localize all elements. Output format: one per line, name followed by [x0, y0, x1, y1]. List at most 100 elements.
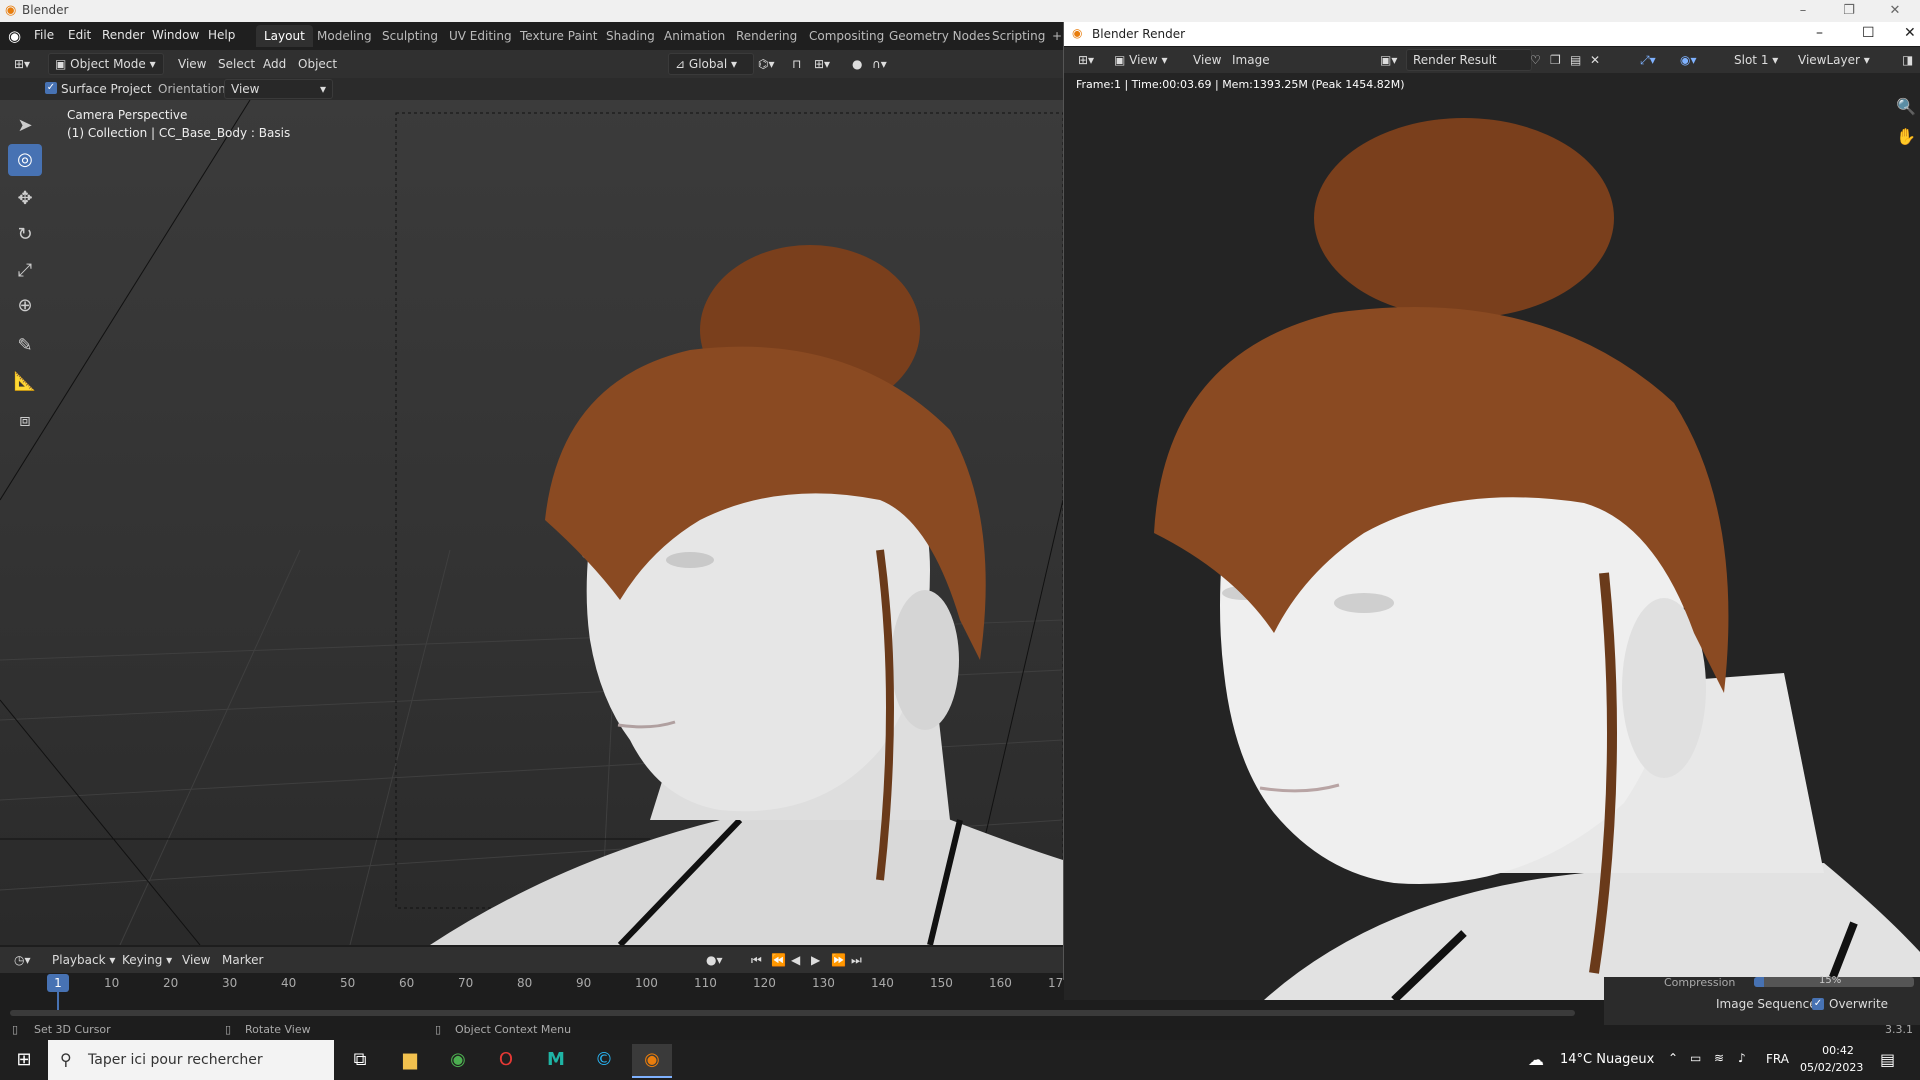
tab-scripting[interactable]: Scripting — [984, 25, 1053, 47]
menu-help[interactable]: Help — [208, 28, 235, 42]
image-menu-view[interactable]: View — [1187, 50, 1227, 70]
snap-target-icon[interactable]: ⊞▾ — [808, 54, 836, 74]
tab-layout[interactable]: Layout — [256, 25, 313, 47]
app-m-icon[interactable]: M — [536, 1044, 576, 1076]
tray-device-icon[interactable]: ▭ — [1690, 1051, 1701, 1065]
3d-viewport[interactable]: Camera Perspective (1) Collection | CC_B… — [0, 100, 1063, 945]
record-icon[interactable]: ●▾ — [700, 950, 729, 970]
vp-menu-view[interactable]: View — [172, 54, 212, 74]
compression-slider[interactable]: 15% — [1754, 975, 1914, 987]
viewport-header: ⊞▾ ▣ Object Mode ▾ View Select Add Objec… — [0, 50, 1063, 78]
blender-taskbar-icon[interactable]: ◉ — [632, 1044, 672, 1078]
editor-type-icon[interactable]: ⊞▾ — [8, 54, 36, 74]
snap-icon[interactable]: ⊓ — [786, 54, 807, 74]
search-placeholder: Taper ici pour rechercher — [88, 1052, 263, 1068]
tab-shading[interactable]: Shading — [598, 25, 663, 47]
timeline-tick-label: 60 — [399, 976, 415, 990]
cursor-tool-icon[interactable]: ◎ — [8, 144, 42, 176]
timeline-editor-type-icon[interactable]: ◷▾ — [8, 950, 37, 970]
tab-texture-paint[interactable]: Texture Paint — [512, 25, 605, 47]
menu-render[interactable]: Render — [102, 28, 145, 42]
close-icon[interactable]: ✕ — [1872, 0, 1918, 22]
annotate-tool-icon[interactable]: ✎ — [8, 330, 42, 362]
current-frame-indicator[interactable]: 1 — [47, 974, 69, 992]
clock-date[interactable]: 05/02/2023 — [1800, 1061, 1863, 1074]
image-view-dropdown[interactable]: ▣ View ▾ — [1108, 50, 1173, 70]
overwrite-checkbox[interactable]: ✓ — [1812, 998, 1824, 1010]
timeline-menu-view[interactable]: View — [176, 950, 216, 970]
tab-animation[interactable]: Animation — [656, 25, 733, 47]
pan-hand-icon[interactable]: ✋ — [1896, 127, 1916, 146]
clock-time[interactable]: 00:42 — [1808, 1044, 1868, 1057]
add-cube-tool-icon[interactable]: ⧈ — [8, 405, 42, 437]
weather-text[interactable]: 14°C Nuageux — [1560, 1052, 1654, 1067]
task-view-icon[interactable]: ⧉ — [340, 1044, 380, 1076]
transform-tool-icon[interactable]: ⊕ — [8, 290, 42, 322]
rotate-tool-icon[interactable]: ↻ — [8, 219, 42, 251]
image-name-field[interactable]: Render Result — [1406, 49, 1532, 71]
image-menu-image[interactable]: Image — [1226, 50, 1276, 70]
chrome-icon[interactable]: ◉ — [438, 1044, 478, 1076]
volume-icon[interactable]: ♪ — [1738, 1051, 1746, 1065]
tray-chevron-icon[interactable]: ⌃ — [1668, 1051, 1678, 1065]
render-result-image[interactable]: Frame:1 | Time:00:03.69 | Mem:1393.25M (… — [1064, 73, 1920, 1000]
vp-menu-add[interactable]: Add — [257, 54, 292, 74]
vp-menu-select[interactable]: Select — [212, 54, 261, 74]
unlink-image-icon[interactable]: ✕ — [1584, 50, 1606, 70]
timeline-tick-label: 100 — [635, 976, 658, 990]
tweak-tool-icon[interactable]: ➤ — [8, 110, 42, 142]
tab-modeling[interactable]: Modeling — [309, 25, 380, 47]
mode-dropdown[interactable]: ▣ Object Mode ▾ — [48, 53, 164, 75]
jump-end-icon[interactable]: ⏭ — [845, 950, 868, 970]
move-tool-icon[interactable]: ✥ — [8, 183, 42, 215]
network-icon[interactable]: ≋ — [1714, 1051, 1724, 1065]
surface-project-checkbox[interactable]: ✓ — [45, 82, 57, 94]
tab-compositing[interactable]: Compositing — [801, 25, 892, 47]
timeline-tick-label: 150 — [930, 976, 953, 990]
menu-file[interactable]: File — [34, 28, 54, 42]
timeline-tick-label: 160 — [989, 976, 1012, 990]
play-icon[interactable]: ▶ — [805, 950, 826, 970]
taskbar-search-box[interactable]: ⚲ Taper ici pour rechercher — [48, 1040, 334, 1080]
blender-logo-icon: ◉ — [1072, 26, 1083, 40]
timeline-menu-playback[interactable]: Playback ▾ — [46, 950, 121, 970]
slot-dropdown[interactable]: Slot 1 ▾ — [1728, 50, 1784, 70]
maximize-icon[interactable]: ☐ — [1862, 25, 1875, 41]
gizmo-icon[interactable]: ⤢▾ — [1634, 50, 1662, 70]
file-explorer-icon[interactable]: ▆ — [390, 1044, 430, 1076]
app-c-icon[interactable]: © — [584, 1044, 624, 1076]
notifications-icon[interactable]: ▤ — [1880, 1050, 1895, 1069]
orientation-dropdown[interactable]: View ▾ — [224, 79, 333, 99]
zoom-icon[interactable]: 🔍 — [1896, 97, 1916, 116]
language-indicator[interactable]: FRA — [1766, 1052, 1789, 1066]
image-browse-icon[interactable]: ▣▾ — [1374, 50, 1403, 70]
sidebar-toggle-icon[interactable]: ◨ — [1896, 50, 1919, 70]
timeline-menu-keying[interactable]: Keying ▾ — [116, 950, 178, 970]
falloff-icon[interactable]: ∩▾ — [866, 54, 893, 74]
restore-icon[interactable]: ❐ — [1826, 0, 1872, 22]
opera-icon[interactable]: O — [486, 1044, 526, 1076]
menu-window[interactable]: Window — [152, 28, 199, 42]
tab-geometry-nodes[interactable]: Geometry Nodes — [881, 25, 998, 47]
image-editor-type-icon[interactable]: ⊞▾ — [1072, 50, 1100, 70]
blender-menu-icon[interactable]: ◉ — [8, 27, 21, 45]
windows-taskbar: ⊞ ⚲ Taper ici pour rechercher ⧉ ▆ ◉ O M … — [0, 1040, 1920, 1080]
play-reverse-icon[interactable]: ◀ — [785, 950, 806, 970]
windows-start-icon[interactable]: ⊞ — [4, 1044, 44, 1076]
tab-rendering[interactable]: Rendering — [728, 25, 805, 47]
tab-uv-editing[interactable]: UV Editing — [441, 25, 520, 47]
close-icon[interactable]: ✕ — [1904, 25, 1916, 41]
minimize-icon[interactable]: – — [1780, 0, 1826, 22]
transform-orientation-dropdown[interactable]: ⊿ Global ▾ — [668, 53, 754, 75]
vp-menu-object[interactable]: Object — [292, 54, 343, 74]
timeline-menu-marker[interactable]: Marker — [216, 950, 269, 970]
view-layer-dropdown[interactable]: ViewLayer ▾ — [1792, 50, 1876, 70]
minimize-icon[interactable]: – — [1816, 25, 1823, 41]
menu-edit[interactable]: Edit — [68, 28, 91, 42]
tab-sculpting[interactable]: Sculpting — [374, 25, 446, 47]
scale-tool-icon[interactable]: ⤢ — [8, 255, 42, 287]
measure-tool-icon[interactable]: 📐 — [8, 366, 42, 398]
timeline-scrollbar[interactable] — [10, 1010, 1575, 1016]
overlay-icon[interactable]: ◉▾ — [1674, 50, 1703, 70]
pivot-point-icon[interactable]: ⌬▾ — [752, 54, 781, 74]
